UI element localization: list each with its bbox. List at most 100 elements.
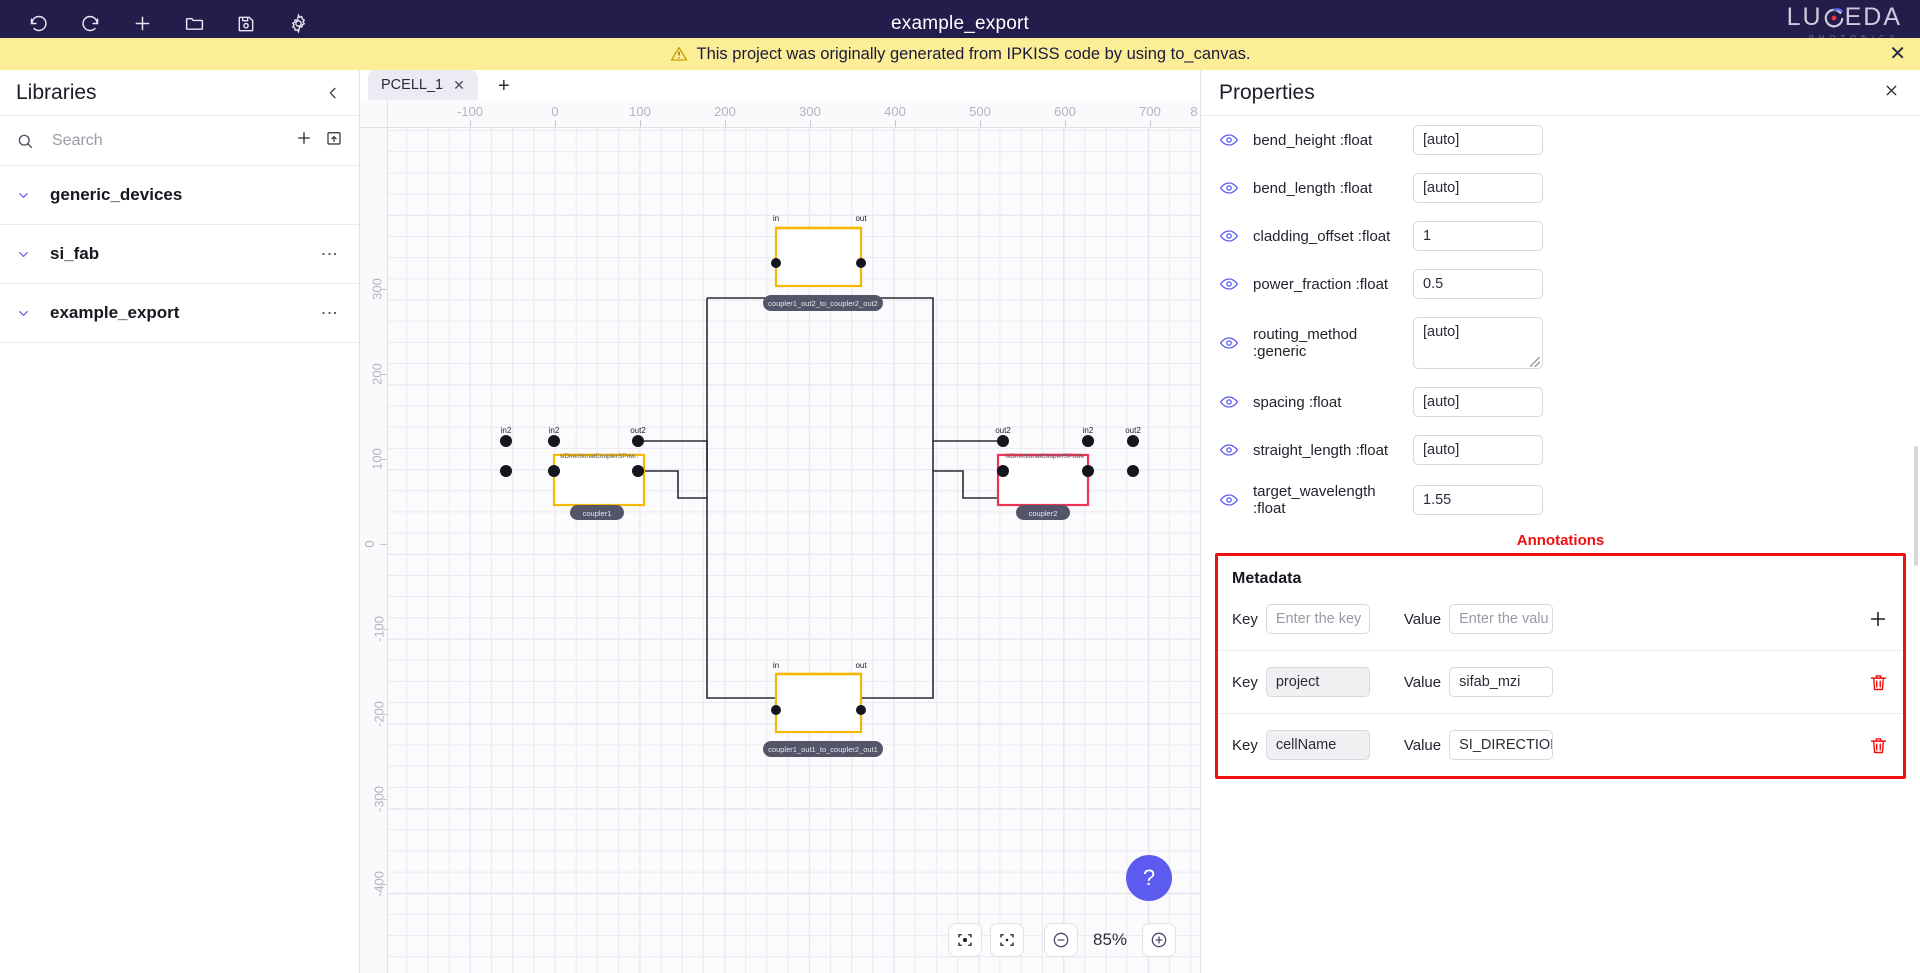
metadata-key-input[interactable]: cellName [1266, 730, 1370, 760]
canvas-area: PCELL_1 ✕ + -100 0 100 200 300 400 500 [360, 70, 1200, 973]
plus-icon[interactable] [295, 129, 313, 152]
eye-icon[interactable] [1215, 440, 1243, 460]
metadata-key-input[interactable]: project [1266, 667, 1370, 697]
properties-panel: Properties bend_height :float [auto] [1200, 70, 1920, 973]
property-value-textarea[interactable]: [auto] [1413, 317, 1543, 369]
chevron-down-icon[interactable] [16, 188, 50, 203]
ruler-x-tick: 500 [969, 104, 991, 119]
eye-icon[interactable] [1215, 178, 1243, 198]
close-icon[interactable] [1883, 82, 1900, 104]
property-value-text: [auto] [1423, 324, 1459, 340]
chevron-down-icon[interactable] [16, 247, 50, 262]
sidebar-item-example-export[interactable]: example_export ⋮ [0, 284, 359, 343]
chevron-left-icon[interactable] [325, 85, 341, 101]
metadata-title: Metadata [1218, 556, 1903, 588]
ruler-x-tick: -100 [457, 104, 483, 119]
property-row-cladding-offset: cladding_offset :float 1 [1201, 212, 1920, 260]
property-value-input[interactable]: [auto] [1413, 173, 1543, 203]
property-value-input[interactable]: 1.55 [1413, 485, 1543, 515]
node-coupler1-out2-to-coupler2-out2: in out coupler1_out2_to_coupler2_out2 [763, 214, 883, 311]
properties-body[interactable]: bend_height :float [auto] bend_length :f… [1201, 116, 1920, 973]
logo-text-eda: EDA [1845, 5, 1902, 30]
ruler-x-tick: 700 [1139, 104, 1161, 119]
metadata-value-input[interactable]: Enter the valu [1449, 604, 1553, 634]
metadata-row: Key project Value sifab_mzi [1218, 650, 1903, 713]
metadata-key-label: Key [1232, 737, 1258, 754]
fit-selection-icon[interactable] [948, 923, 982, 957]
resize-grip-icon[interactable] [1530, 357, 1540, 367]
svg-text:in2: in2 [501, 426, 512, 435]
property-value-input[interactable]: [auto] [1413, 125, 1543, 155]
ruler-y-tick: 0 [362, 540, 377, 547]
vertical-ruler: 300 200 100 0 -100 -200 -300 -400 [360, 128, 388, 973]
property-value-input[interactable]: 0.5 [1413, 269, 1543, 299]
metadata-add-button[interactable] [1867, 608, 1889, 630]
sidebar-item-generic-devices[interactable]: generic_devices [0, 166, 359, 225]
svg-text:siDirectionalCouplerSPowe: siDirectionalCouplerSPowe [1006, 453, 1085, 460]
svg-text:coupler1: coupler1 [583, 509, 612, 518]
metadata-value-input[interactable]: sifab_mzi [1449, 667, 1553, 697]
eye-icon[interactable] [1215, 490, 1243, 510]
property-row-routing-method: routing_method :generic [auto] [1201, 308, 1920, 378]
property-row-straight-length: straight_length :float [auto] [1201, 426, 1920, 474]
eye-icon[interactable] [1215, 130, 1243, 150]
banner-close-icon[interactable]: ✕ [1889, 44, 1906, 64]
library-name: example_export [50, 303, 179, 323]
ruler-corner [360, 100, 388, 128]
properties-header: Properties [1201, 70, 1920, 116]
svg-text:siDirectionalCouplerSPow..: siDirectionalCouplerSPow.. [560, 453, 639, 460]
ruler-x-tick: 600 [1054, 104, 1076, 119]
schematic-diagram[interactable]: in out coupler1_out2_to_coupler2_out2 [388, 128, 1200, 973]
application-window: example_export LU EDA PHOTONICS [0, 0, 1920, 973]
node-coupler1: in2 in2 out2 siDirectionalCouplerSPow.. … [500, 426, 646, 520]
schematic-viewport[interactable]: -100 0 100 200 300 400 500 600 700 8 [360, 100, 1200, 973]
eye-icon[interactable] [1215, 333, 1243, 353]
property-label: straight_length :float [1253, 442, 1403, 459]
eye-icon[interactable] [1215, 226, 1243, 246]
property-value-input[interactable]: [auto] [1413, 387, 1543, 417]
fit-all-icon[interactable] [990, 923, 1024, 957]
ruler-x-tick: 100 [629, 104, 651, 119]
property-row-power-fraction: power_fraction :float 0.5 [1201, 260, 1920, 308]
folder-upload-icon[interactable] [325, 129, 343, 152]
node-coupler2: out2 in2 out2 siDirectionalCouplerSPowe … [995, 426, 1141, 520]
trash-icon[interactable] [1868, 672, 1889, 693]
canvas-grid[interactable]: in out coupler1_out2_to_coupler2_out2 [388, 128, 1200, 973]
metadata-value-label: Value [1404, 611, 1441, 628]
svg-text:out2: out2 [1125, 426, 1141, 435]
property-label: spacing :float [1253, 394, 1403, 411]
sidebar-item-si-fab[interactable]: si_fab ⋮ [0, 225, 359, 284]
svg-text:out: out [855, 214, 867, 223]
property-value-input[interactable]: [auto] [1413, 435, 1543, 465]
tab-close-icon[interactable]: ✕ [453, 77, 465, 94]
library-name: generic_devices [50, 185, 182, 205]
tab-pcell-1[interactable]: PCELL_1 ✕ [368, 70, 478, 100]
logo-text-lu: LU [1787, 5, 1823, 30]
library-name: si_fab [50, 244, 99, 264]
help-button[interactable]: ? [1126, 855, 1172, 901]
zoom-in-button[interactable] [1142, 923, 1176, 957]
property-label: routing_method :generic [1253, 326, 1403, 360]
chevron-down-icon[interactable] [16, 306, 50, 321]
ruler-x-tick: 0 [551, 104, 558, 119]
library-overflow-menu-icon[interactable]: ⋮ [323, 246, 335, 263]
metadata-value-input[interactable]: SI_DIRECTIOI [1449, 730, 1553, 760]
libraries-sidebar: Libraries [0, 70, 360, 973]
property-label: cladding_offset :float [1253, 228, 1403, 245]
property-value-input[interactable]: 1 [1413, 221, 1543, 251]
metadata-key-input[interactable]: Enter the key [1266, 604, 1370, 634]
library-overflow-menu-icon[interactable]: ⋮ [323, 305, 335, 322]
trash-icon[interactable] [1868, 735, 1889, 756]
property-row-spacing: spacing :float [auto] [1201, 378, 1920, 426]
zoom-out-button[interactable] [1044, 923, 1078, 957]
eye-icon[interactable] [1215, 392, 1243, 412]
search-input[interactable] [52, 132, 295, 150]
libraries-header: Libraries [0, 70, 359, 116]
annotations-label: Annotations [1201, 526, 1920, 553]
add-tab-button[interactable]: + [478, 72, 530, 100]
properties-scrollbar[interactable] [1914, 446, 1918, 566]
property-row-bend-length: bend_length :float [auto] [1201, 164, 1920, 212]
eye-icon[interactable] [1215, 274, 1243, 294]
property-row-bend-height: bend_height :float [auto] [1201, 116, 1920, 164]
library-search-row [0, 116, 359, 166]
